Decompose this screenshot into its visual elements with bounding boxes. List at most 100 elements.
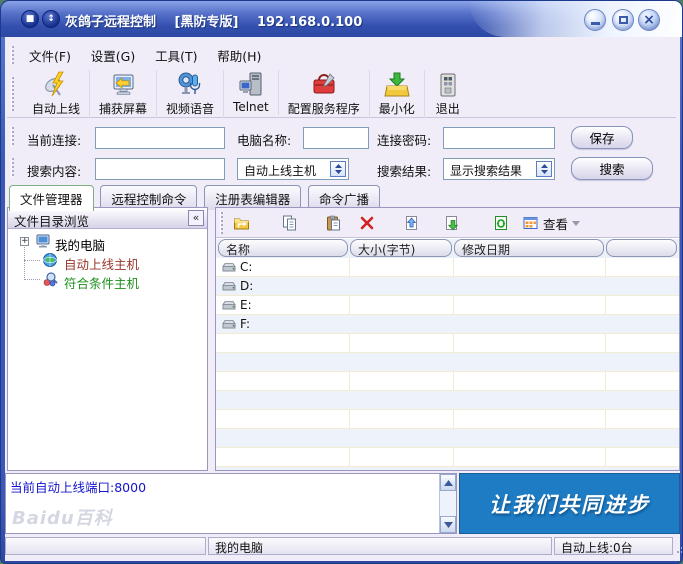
tree-connector: [24, 279, 40, 280]
copy-button[interactable]: [276, 211, 302, 235]
host-type-dropdown[interactable]: 自动上线主机: [237, 158, 349, 180]
tree-item-online-hosts[interactable]: 自动上线主机: [64, 254, 139, 273]
parent-folder-button[interactable]: [228, 211, 254, 235]
file-toolbar-grip[interactable]: [220, 212, 223, 234]
empty-row: [216, 429, 679, 448]
file-browser-panel: 查看 名称 大小(字节) 修改日期 C: D: E: F:: [215, 207, 680, 471]
file-toolbar: 查看: [216, 208, 679, 238]
dropdown-spinner-icon[interactable]: [536, 161, 552, 177]
drive-name: F:: [240, 317, 251, 331]
app-title: 灰鸽子远程控制: [65, 15, 157, 30]
app-window: ■ ↕ 灰鸽子远程控制 [黑防专版] 192.168.0.100 × 文件(F)…: [0, 0, 683, 564]
menu-tools[interactable]: 工具(T): [147, 43, 205, 68]
tree-item-matched-hosts[interactable]: 符合条件主机: [64, 273, 139, 292]
drive-row-e[interactable]: E:: [216, 296, 679, 315]
toolbar-label: 配置服务程序: [287, 102, 360, 116]
tab-file-manager[interactable]: 文件管理器: [9, 185, 94, 211]
minimize-to-tray-button[interactable]: 最小化: [370, 70, 425, 118]
system-menu-icon[interactable]: ■: [21, 10, 39, 28]
maximize-icon: [619, 16, 628, 24]
capture-screen-button[interactable]: 捕获屏幕: [90, 70, 158, 118]
exit-button[interactable]: 退出: [425, 70, 471, 118]
menu-help[interactable]: 帮助(H): [209, 43, 269, 68]
auto-online-button[interactable]: 自动上线: [23, 70, 91, 118]
save-button[interactable]: 保存: [571, 126, 633, 149]
video-voice-icon: [178, 72, 201, 94]
log-scrollbar[interactable]: [439, 474, 456, 533]
drive-row-c[interactable]: C:: [216, 258, 679, 277]
maximize-button[interactable]: [612, 9, 634, 31]
view-grid-icon: [523, 217, 538, 229]
tree-item-my-computer[interactable]: 我的电脑: [55, 235, 105, 254]
search-result-value: 显示搜索结果: [450, 164, 523, 178]
minimize-button[interactable]: [584, 9, 606, 31]
menu-settings[interactable]: 设置(G): [83, 43, 143, 68]
menubar-grip[interactable]: [11, 46, 14, 64]
banner-text: 让我们共同进步: [489, 492, 650, 517]
watermark: Baidu百科: [12, 508, 113, 529]
current-connection-input[interactable]: [95, 127, 225, 149]
empty-row: [216, 353, 679, 372]
scroll-up-button[interactable]: [440, 474, 456, 491]
menu-file[interactable]: 文件(F): [21, 43, 79, 68]
rollup-icon[interactable]: ↕: [42, 10, 60, 28]
toolbar-label: 视频语音: [166, 102, 215, 116]
drive-row-f[interactable]: F:: [216, 315, 679, 334]
column-name[interactable]: 名称: [218, 239, 348, 257]
tab-strip: 文件管理器 远程控制命令 注册表编辑器 命令广播: [9, 185, 383, 211]
view-button-label: 查看: [543, 216, 569, 232]
tree-expander[interactable]: +: [20, 237, 29, 246]
column-extra[interactable]: [606, 239, 677, 257]
copy-icon: [282, 215, 296, 231]
download-file-button[interactable]: [438, 211, 464, 235]
log-line: 当前自动上线端口:8000: [10, 480, 147, 495]
dropdown-spinner-icon[interactable]: [330, 161, 346, 177]
password-input[interactable]: [443, 127, 555, 149]
log-panel: 当前自动上线端口:8000 Baidu百科: [5, 473, 457, 534]
drive-row-d[interactable]: D:: [216, 277, 679, 296]
computer-name-input[interactable]: [303, 127, 369, 149]
my-computer-icon: [36, 234, 50, 248]
search-result-label: 搜索结果:: [377, 164, 432, 179]
empty-row: [216, 372, 679, 391]
paste-icon: [326, 215, 340, 231]
upload-file-button[interactable]: [398, 211, 424, 235]
drive-name: E:: [240, 298, 252, 312]
status-panel-online-count: 自动上线:0台: [554, 537, 673, 555]
toolbar-grip[interactable]: [11, 77, 14, 111]
view-button[interactable]: 查看: [522, 211, 581, 235]
panel-splitter[interactable]: [209, 207, 214, 471]
arrow-up-icon: [443, 479, 453, 486]
online-hosts-globe-icon: [43, 253, 57, 267]
search-result-dropdown[interactable]: 显示搜索结果: [443, 158, 555, 180]
telnet-button[interactable]: Telnet: [224, 70, 279, 115]
paste-button[interactable]: [320, 211, 346, 235]
toolbar-label: 捕获屏幕: [99, 102, 148, 116]
password-label: 连接密码:: [377, 133, 432, 148]
column-size[interactable]: 大小(字节): [350, 239, 452, 257]
toolbar-label: 退出: [435, 102, 460, 116]
connection-bar-grip[interactable]: [11, 127, 14, 147]
tree-body: + 我的电脑 自动上线主机 符合条件主机: [8, 229, 207, 470]
search-content-input[interactable]: [95, 158, 225, 180]
video-voice-button[interactable]: 视频语音: [157, 70, 225, 118]
collapse-panel-button[interactable]: «: [188, 210, 204, 226]
minimize-to-tray-icon: [384, 72, 410, 97]
refresh-button[interactable]: [488, 211, 514, 235]
drive-icon: [222, 282, 236, 291]
resize-grip[interactable]: [673, 543, 682, 553]
menu-bar: 文件(F) 设置(G) 工具(T) 帮助(H): [9, 43, 676, 67]
upload-file-icon: [405, 216, 417, 230]
status-bar: 我的电脑 自动上线:0台: [1, 537, 682, 555]
tree-connector: [24, 260, 40, 261]
close-button[interactable]: ×: [638, 9, 660, 31]
search-bar-grip[interactable]: [11, 158, 14, 178]
delete-button[interactable]: [354, 211, 380, 235]
title-bar: ■ ↕ 灰鸽子远程控制 [黑防专版] 192.168.0.100 ×: [1, 1, 682, 37]
current-connection-label: 当前连接:: [27, 133, 82, 148]
search-button[interactable]: 搜索: [571, 157, 653, 180]
column-modified-date[interactable]: 修改日期: [454, 239, 604, 257]
empty-row: [216, 448, 679, 467]
scroll-down-button[interactable]: [440, 516, 456, 533]
configure-service-button[interactable]: 配置服务程序: [279, 70, 370, 118]
